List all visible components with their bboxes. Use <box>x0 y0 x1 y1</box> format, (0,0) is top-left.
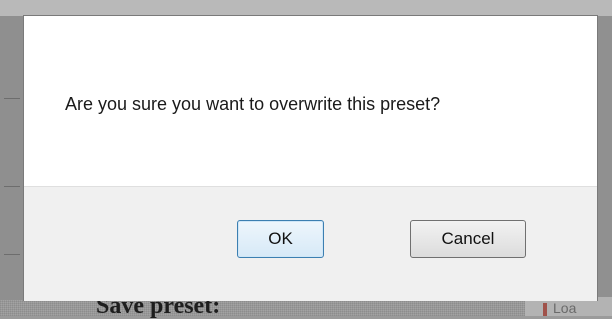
background-divider <box>4 254 20 255</box>
background-divider <box>4 98 20 99</box>
background-top-strip <box>0 0 612 16</box>
background-left-panel <box>0 16 24 300</box>
ok-button[interactable]: OK <box>237 220 324 258</box>
background-right-panel <box>597 16 612 300</box>
background-marker <box>543 303 547 316</box>
dialog-body: Are you sure you want to overwrite this … <box>24 16 597 186</box>
cancel-button[interactable]: Cancel <box>410 220 526 258</box>
dialog-message: Are you sure you want to overwrite this … <box>65 94 441 114</box>
background-divider <box>4 186 20 187</box>
background-load-label: Loa <box>553 300 577 316</box>
confirm-dialog: Are you sure you want to overwrite this … <box>24 16 597 301</box>
